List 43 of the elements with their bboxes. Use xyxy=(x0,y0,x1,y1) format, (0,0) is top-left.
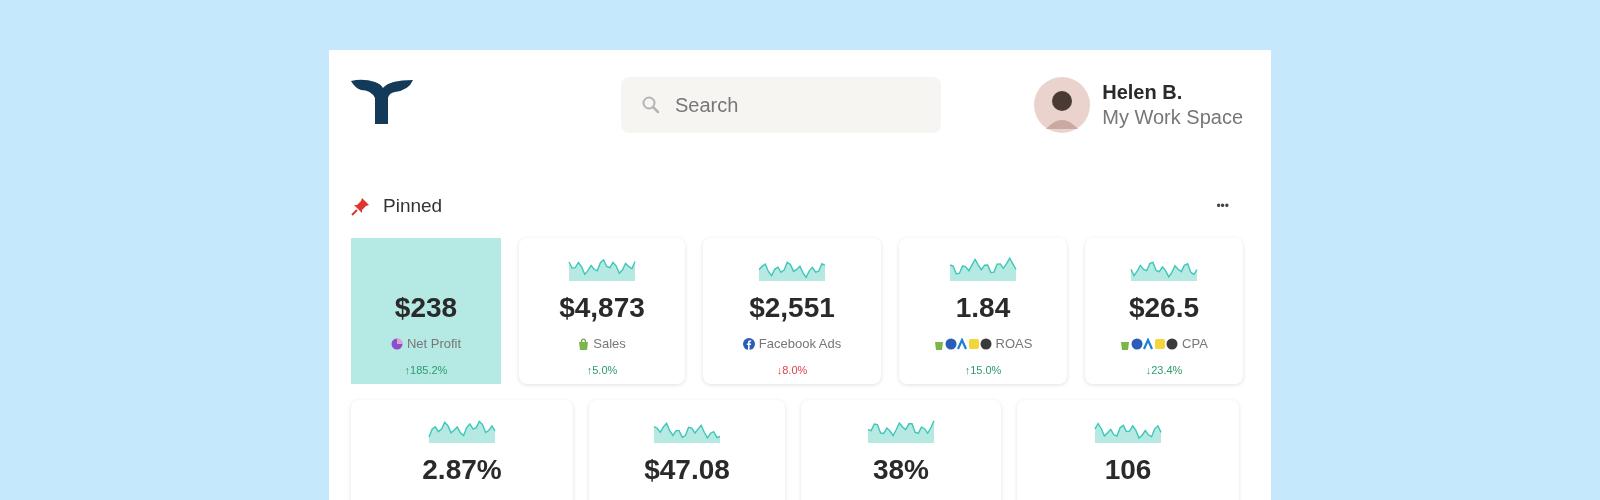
logo-icon xyxy=(351,78,413,124)
metric-card[interactable]: $4,873 Sales ↑5.0% xyxy=(519,238,685,384)
metric-card[interactable]: $26.5 CPA ↓23.4% xyxy=(1085,238,1243,384)
bag-icon xyxy=(578,337,590,350)
user-name: Helen B. xyxy=(1102,80,1184,105)
search-icon xyxy=(641,95,661,115)
change-percent: ↓23.4% xyxy=(1145,362,1183,378)
change-percent: ↓8.0% xyxy=(776,362,808,378)
metric-label: ROAS xyxy=(995,335,1033,353)
metric-card[interactable]: $47.08 xyxy=(589,400,785,500)
section-title: Pinned xyxy=(383,193,443,218)
metric-value: $4,873 xyxy=(559,294,645,322)
facebook-icon xyxy=(742,337,755,350)
metric-card[interactable]: 2.87% xyxy=(351,400,573,500)
change-percent: ↑15.0% xyxy=(964,362,1002,378)
metric-card[interactable]: 106 xyxy=(1017,400,1239,500)
more-button[interactable]: ••• xyxy=(1216,197,1229,215)
metric-value: 1.84 xyxy=(955,294,1011,322)
change-percent: ↑185.2% xyxy=(404,362,448,378)
platform-icons xyxy=(1120,337,1179,350)
sparkline xyxy=(949,254,1017,282)
metric-value: $2,551 xyxy=(749,294,835,322)
metric-card[interactable]: 1.84 ROAS ↑15.0% xyxy=(899,238,1067,384)
metric-card[interactable]: $2,551 Facebook Ads ↓8.0% xyxy=(703,238,881,384)
metric-label: CPA xyxy=(1182,335,1208,353)
platform-icons xyxy=(933,337,992,350)
metric-card[interactable]: $238 Net Profit ↑185.2% xyxy=(351,238,501,384)
metric-value: 38% xyxy=(872,456,929,484)
workspace-name: My Work Space xyxy=(1102,105,1243,130)
metric-card[interactable]: 38% xyxy=(801,400,1001,500)
pie-icon xyxy=(390,337,403,350)
search-field[interactable]: Search xyxy=(621,77,941,133)
metric-value: 106 xyxy=(1104,456,1152,484)
avatar[interactable] xyxy=(1034,77,1091,133)
metric-label: Facebook Ads xyxy=(758,335,842,353)
metric-value: $238 xyxy=(394,294,458,322)
metric-value: $26.5 xyxy=(1128,294,1200,322)
pin-icon xyxy=(351,196,371,216)
metric-label: Sales xyxy=(593,335,626,353)
metric-label: Net Profit xyxy=(406,335,462,353)
metric-value: $47.08 xyxy=(644,456,730,484)
change-percent: ↑5.0% xyxy=(586,362,618,378)
metric-value: 2.87% xyxy=(422,456,502,484)
